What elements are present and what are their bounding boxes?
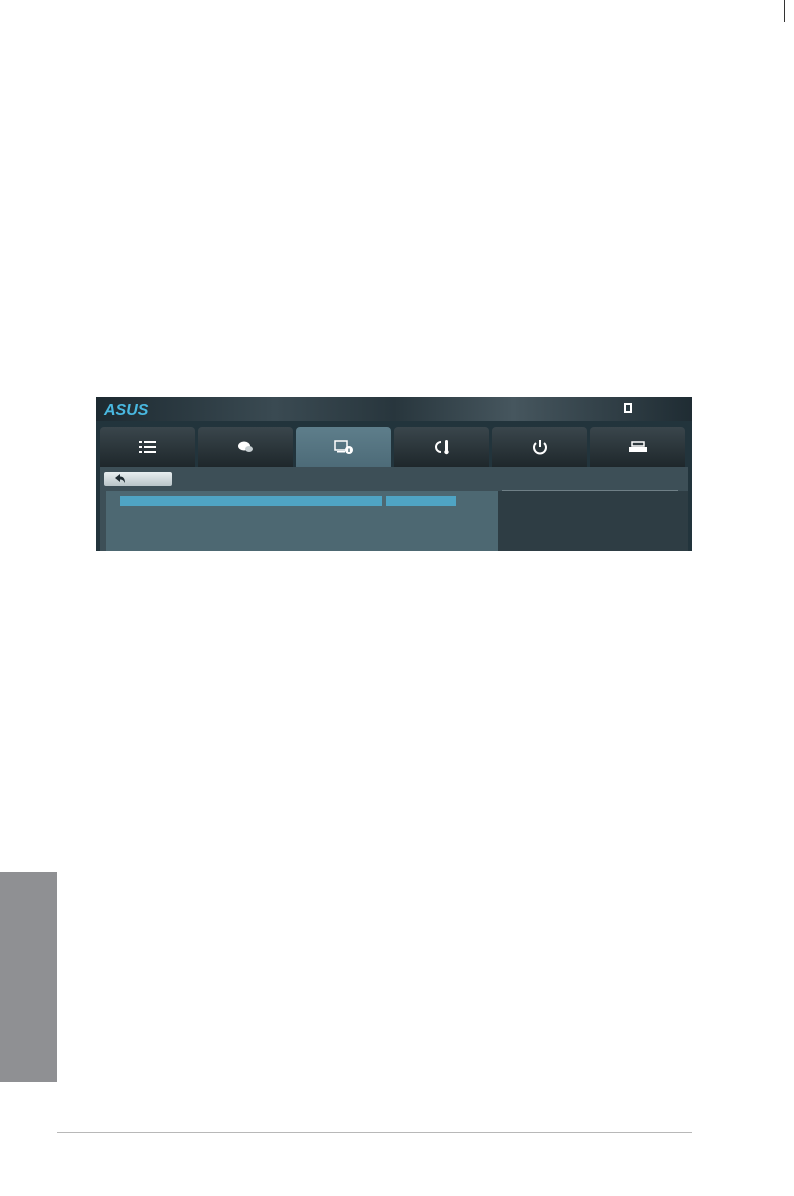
asus-logo: ASUS	[103, 402, 149, 419]
tab-main[interactable]	[100, 427, 195, 467]
bios-screenshot: ASUS	[96, 397, 692, 551]
asus-logo-text: ASUS	[103, 402, 149, 419]
list-icon	[138, 441, 156, 453]
footer-rule	[57, 1132, 692, 1133]
monitor-info-icon	[333, 440, 353, 454]
drive-icon	[628, 441, 647, 452]
tab-boot[interactable]	[492, 427, 587, 467]
help-panel	[498, 491, 688, 551]
tab-advanced[interactable]	[296, 427, 391, 467]
fan-temp-icon	[434, 440, 449, 455]
selected-setting-value[interactable]	[386, 496, 456, 506]
bios-header: ASUS	[96, 397, 692, 421]
tab-bar	[100, 427, 688, 467]
exit-icon[interactable]	[622, 402, 634, 414]
power-icon	[532, 440, 547, 455]
tab-ai-tweaker[interactable]	[198, 427, 293, 467]
settings-panel	[106, 491, 498, 551]
tab-tool[interactable]	[590, 427, 685, 467]
selected-setting-item[interactable]	[120, 496, 382, 506]
chat-icon	[237, 441, 253, 452]
chapter-tab	[0, 872, 57, 1082]
back-arrow-icon	[115, 474, 125, 483]
back-button[interactable]	[104, 472, 172, 486]
tab-monitor[interactable]	[394, 427, 489, 467]
top-rule	[784, 0, 785, 22]
